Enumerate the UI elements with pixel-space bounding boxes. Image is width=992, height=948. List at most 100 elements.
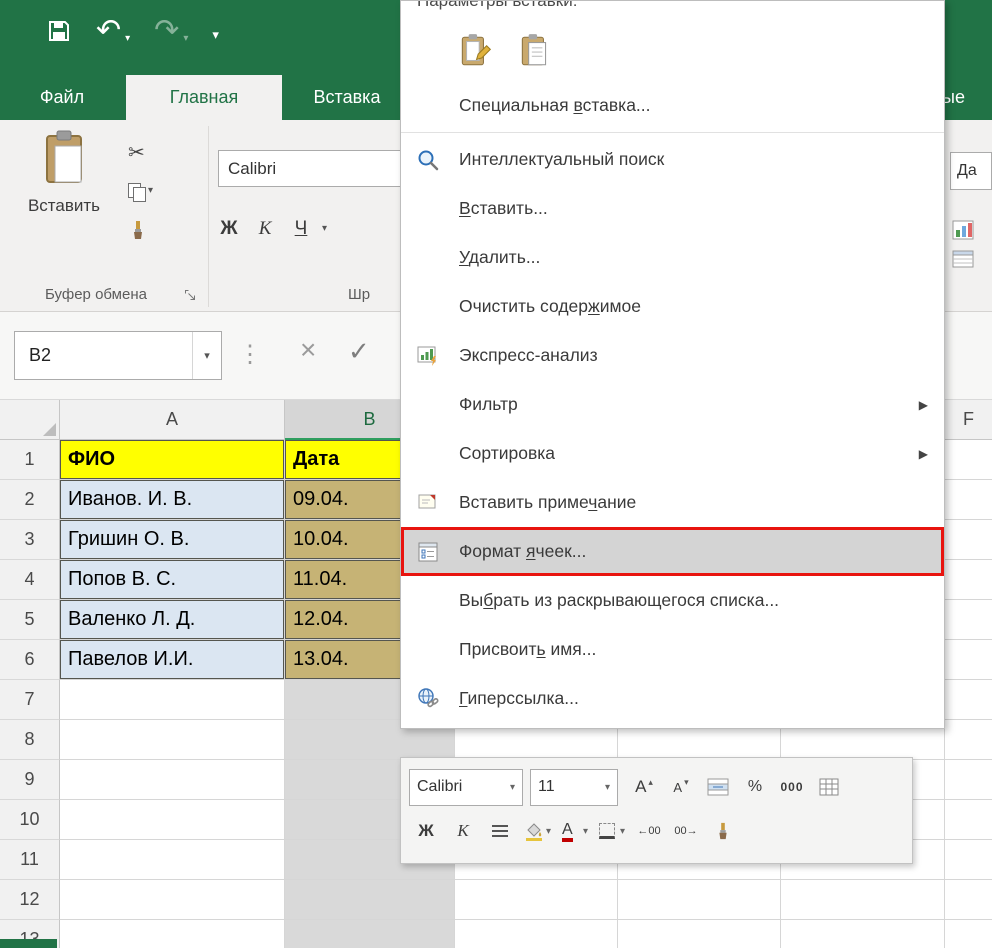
tab-data-partial[interactable]: ые xyxy=(942,75,992,120)
decrease-decimal-button[interactable]: 00→ xyxy=(669,813,703,850)
increase-decimal-button[interactable]: ←00 xyxy=(632,813,666,850)
grip-dots-icon[interactable]: ⋮ xyxy=(238,340,262,369)
underline-button[interactable]: Ч xyxy=(286,212,316,246)
underline-dropdown[interactable]: ▾ xyxy=(322,222,327,236)
column-header-f[interactable]: F xyxy=(945,400,992,440)
table-style-icon[interactable] xyxy=(952,250,974,268)
cell-f3[interactable] xyxy=(945,520,992,560)
cell-b13[interactable] xyxy=(285,920,455,948)
row-header-2[interactable]: 2 xyxy=(0,480,60,520)
tab-file[interactable]: Файл xyxy=(12,75,112,120)
menu-item-quick-analysis[interactable]: Экспресс-анализ xyxy=(401,331,944,380)
menu-item-hyperlink[interactable]: Гиперссылка... xyxy=(401,674,944,723)
cell-b12[interactable] xyxy=(285,880,455,920)
select-all-corner[interactable] xyxy=(0,400,60,440)
copy-button[interactable]: ▾ xyxy=(128,179,192,203)
row-header-4[interactable]: 4 xyxy=(0,560,60,600)
cell-f2[interactable] xyxy=(945,480,992,520)
conditional-formatting-icon[interactable] xyxy=(952,220,974,240)
mini-font-size-combobox[interactable]: 11 ▾ xyxy=(530,768,618,806)
borders-button[interactable]: ▾ xyxy=(595,813,629,850)
format-as-table-button[interactable] xyxy=(812,769,846,806)
fill-color-button[interactable]: ▾ xyxy=(520,813,555,850)
cell-f6[interactable] xyxy=(945,640,992,680)
bold-button[interactable]: Ж xyxy=(214,212,244,246)
cell-f9[interactable] xyxy=(945,760,992,800)
row-header-3[interactable]: 3 xyxy=(0,520,60,560)
clipboard-dialog-launcher[interactable] xyxy=(184,289,197,302)
menu-item-insert-cells[interactable]: Вставить... xyxy=(401,184,944,233)
menu-item-filter[interactable]: Фильтр ▶ xyxy=(401,380,944,429)
cell-d13[interactable] xyxy=(618,920,781,948)
enter-entry-button[interactable]: ✓ xyxy=(348,336,370,367)
cell-a3[interactable]: Гришин О. В. xyxy=(60,520,285,560)
menu-item-delete-cells[interactable]: Удалить... xyxy=(401,233,944,282)
row-header-5[interactable]: 5 xyxy=(0,600,60,640)
row-header-8[interactable]: 8 xyxy=(0,720,60,760)
save-button[interactable] xyxy=(46,18,72,44)
cell-a5[interactable]: Валенко Л. Д. xyxy=(60,600,285,640)
cut-button[interactable]: ✂ xyxy=(128,140,192,164)
comma-style-button[interactable]: 000 xyxy=(775,769,809,806)
cell-f12[interactable] xyxy=(945,880,992,920)
tab-insert[interactable]: Вставка xyxy=(292,75,402,120)
redo-button[interactable]: ↷ ▾ xyxy=(154,16,188,46)
mini-format-painter-button[interactable] xyxy=(706,813,740,850)
cell-f10[interactable] xyxy=(945,800,992,840)
row-header-10[interactable]: 10 xyxy=(0,800,60,840)
undo-button[interactable]: ↶ ▾ xyxy=(96,16,130,46)
cancel-entry-button[interactable]: × xyxy=(300,334,316,366)
menu-item-insert-comment[interactable]: Вставить примечание xyxy=(401,478,944,527)
percent-style-button[interactable]: % xyxy=(738,769,772,806)
menu-item-pick-from-list[interactable]: Выбрать из раскрывающегося списка... xyxy=(401,576,944,625)
cell-e13[interactable] xyxy=(781,920,945,948)
cell-e12[interactable] xyxy=(781,880,945,920)
menu-item-define-name[interactable]: Присвоить имя... xyxy=(401,625,944,674)
decrease-font-size-button[interactable]: А ▾ xyxy=(664,769,698,806)
font-name-combobox[interactable]: Calibri ▾ xyxy=(218,150,418,187)
cell-f13[interactable] xyxy=(945,920,992,948)
column-header-a[interactable]: A xyxy=(60,400,285,440)
row-header-1[interactable]: 1 xyxy=(0,440,60,480)
row-header-7[interactable]: 7 xyxy=(0,680,60,720)
cell-a1[interactable]: ФИО xyxy=(60,440,285,480)
cell-f8[interactable] xyxy=(945,720,992,760)
merge-center-button[interactable] xyxy=(701,769,735,806)
cell-a8[interactable] xyxy=(60,720,285,760)
format-painter-button[interactable] xyxy=(128,218,192,242)
cell-a6[interactable]: Павелов И.И. xyxy=(60,640,285,680)
menu-item-clear-contents[interactable]: Очистить содержимое xyxy=(401,282,944,331)
cell-a4[interactable]: Попов В. С. xyxy=(60,560,285,600)
cell-a2[interactable]: Иванов. И. В. xyxy=(60,480,285,520)
cell-f5[interactable] xyxy=(945,600,992,640)
cell-a7[interactable] xyxy=(60,680,285,720)
cell-a13[interactable] xyxy=(60,920,285,948)
cell-a11[interactable] xyxy=(60,840,285,880)
cell-c13[interactable] xyxy=(455,920,618,948)
name-box[interactable]: B2 ▾ xyxy=(14,331,222,380)
increase-font-size-button[interactable]: А ▴ xyxy=(627,769,661,806)
paste-keep-formatting-button[interactable] xyxy=(453,29,497,73)
cell-f1[interactable] xyxy=(945,440,992,480)
row-header-9[interactable]: 9 xyxy=(0,760,60,800)
cell-a12[interactable] xyxy=(60,880,285,920)
cell-f7[interactable] xyxy=(945,680,992,720)
cell-a9[interactable] xyxy=(60,760,285,800)
mini-font-name-combobox[interactable]: Calibri ▾ xyxy=(409,768,523,806)
menu-item-sort[interactable]: Сортировка ▶ xyxy=(401,429,944,478)
mini-bold-button[interactable]: Ж xyxy=(409,813,443,850)
qat-customize-button[interactable]: ▾ xyxy=(212,19,219,43)
cell-f4[interactable] xyxy=(945,560,992,600)
align-button[interactable] xyxy=(483,813,517,850)
paste-button-option[interactable] xyxy=(513,29,557,73)
cell-a10[interactable] xyxy=(60,800,285,840)
cell-c12[interactable] xyxy=(455,880,618,920)
cell-d12[interactable] xyxy=(618,880,781,920)
row-header-6[interactable]: 6 xyxy=(0,640,60,680)
mini-italic-button[interactable]: К xyxy=(446,813,480,850)
row-header-11[interactable]: 11 xyxy=(0,840,60,880)
row-header-12[interactable]: 12 xyxy=(0,880,60,920)
italic-button[interactable]: К xyxy=(250,212,280,246)
ribbon-right-combobox-partial[interactable]: Да xyxy=(950,152,992,190)
menu-item-smart-lookup[interactable]: Интеллектуальный поиск xyxy=(401,135,944,184)
